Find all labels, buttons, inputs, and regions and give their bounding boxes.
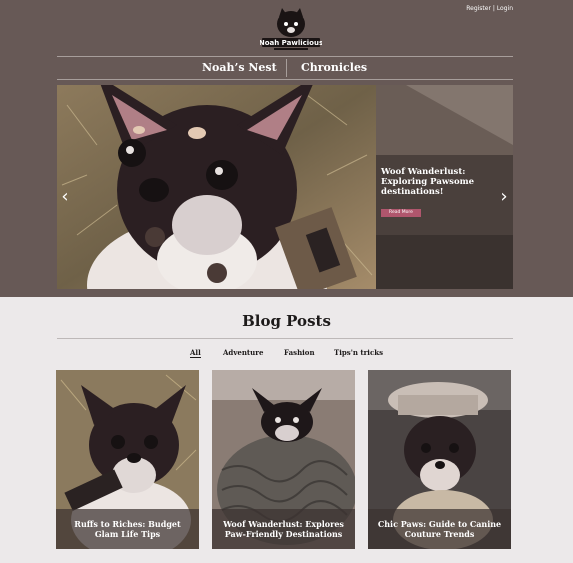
hero-title[interactable]: Woof Wanderlust: Exploring Pawsome desti… [381, 167, 511, 197]
auth-separator: | [492, 5, 495, 12]
nav-item-noahs-nest[interactable]: Noah’s Nest [202, 61, 277, 74]
filter-tips-n-tricks[interactable]: Tips'n tricks [334, 348, 383, 357]
filter-adventure[interactable]: Adventure [223, 348, 263, 357]
blog-card[interactable]: Chic Paws: Guide to Canine Couture Trend… [368, 370, 511, 549]
nav-divider [286, 59, 287, 77]
chevron-left-icon[interactable]: ‹ [58, 187, 72, 207]
filter-all[interactable]: All [190, 348, 201, 358]
logo-text: Noah Pawlicious [260, 39, 322, 47]
blog-card-title: Ruffs to Riches: Budget Glam Life Tips [56, 509, 199, 549]
login-link[interactable]: Login [497, 5, 513, 12]
main-nav: Noah’s Nest Chronicles [57, 56, 513, 80]
blog-card-title: Chic Paws: Guide to Canine Couture Trend… [368, 509, 511, 549]
auth-links: Register | Login [466, 5, 513, 12]
section-divider [57, 338, 513, 339]
hero-carousel: Woof Wanderlust: Exploring Pawsome desti… [57, 85, 513, 289]
dog-logo-icon: Noah Pawlicious [259, 8, 323, 50]
register-link[interactable]: Register [466, 5, 491, 12]
site-logo[interactable]: Noah Pawlicious [259, 7, 323, 52]
blog-card-title: Woof Wanderlust: Explores Paw-Friendly D… [212, 509, 355, 549]
blog-card[interactable]: Woof Wanderlust: Explores Paw-Friendly D… [212, 370, 355, 549]
blog-card[interactable]: Ruffs to Riches: Budget Glam Life Tips [56, 370, 199, 549]
hero-dog-photo [57, 85, 376, 289]
section-title: Blog Posts [242, 312, 331, 330]
read-more-button[interactable]: Read More [381, 209, 421, 217]
chevron-right-icon[interactable]: › [497, 187, 511, 207]
site-header: Register | Login Noah Pawlicious Noah’s … [0, 0, 573, 297]
filter-fashion[interactable]: Fashion [284, 348, 315, 357]
nav-item-chronicles[interactable]: Chronicles [301, 61, 367, 74]
